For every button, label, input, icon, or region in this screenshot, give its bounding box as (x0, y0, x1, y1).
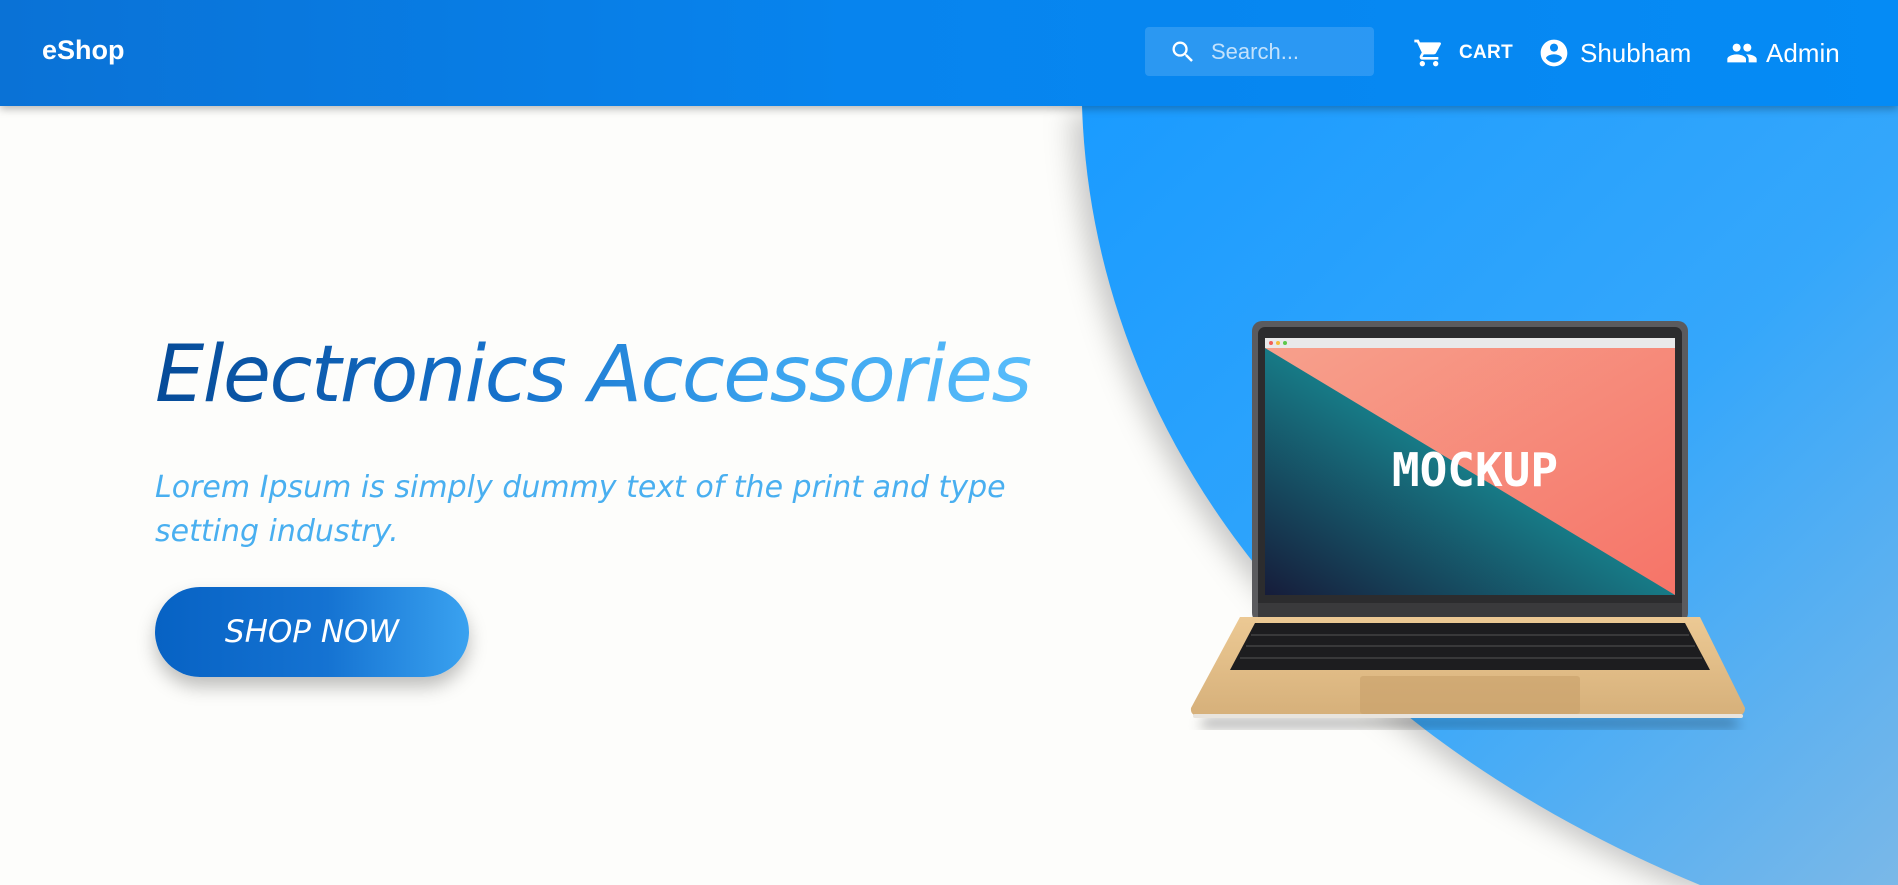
account-circle-icon (1540, 39, 1568, 67)
shop-now-button[interactable]: SHOP NOW (155, 587, 469, 677)
user-name: Shubham (1580, 37, 1692, 68)
search-box[interactable] (1145, 27, 1374, 76)
cart-icon (1414, 39, 1442, 67)
laptop-image: MOCKUP (1190, 321, 1745, 728)
search-icon[interactable] (1169, 38, 1197, 66)
hero-subtitle: Lorem Ipsum is simply dummy text of the … (155, 470, 1006, 549)
admin-label: Admin (1766, 37, 1840, 68)
mockup-text: MOCKUP (1392, 443, 1558, 497)
brand-logo[interactable]: eShop (42, 35, 125, 66)
hero-title: Electronics Accessories (155, 330, 1032, 420)
top-navbar: eShop CART Shubham Admin (0, 0, 1898, 106)
page: eShop CART Shubham Admin Elect (0, 0, 1898, 885)
search-input[interactable] (1211, 27, 1366, 76)
group-icon (1727, 43, 1757, 63)
admin-menu[interactable]: Admin (1726, 0, 1840, 106)
cart-button[interactable]: CART (1413, 0, 1513, 106)
user-menu[interactable]: Shubham (1538, 0, 1691, 106)
cart-label: CART (1459, 42, 1513, 63)
